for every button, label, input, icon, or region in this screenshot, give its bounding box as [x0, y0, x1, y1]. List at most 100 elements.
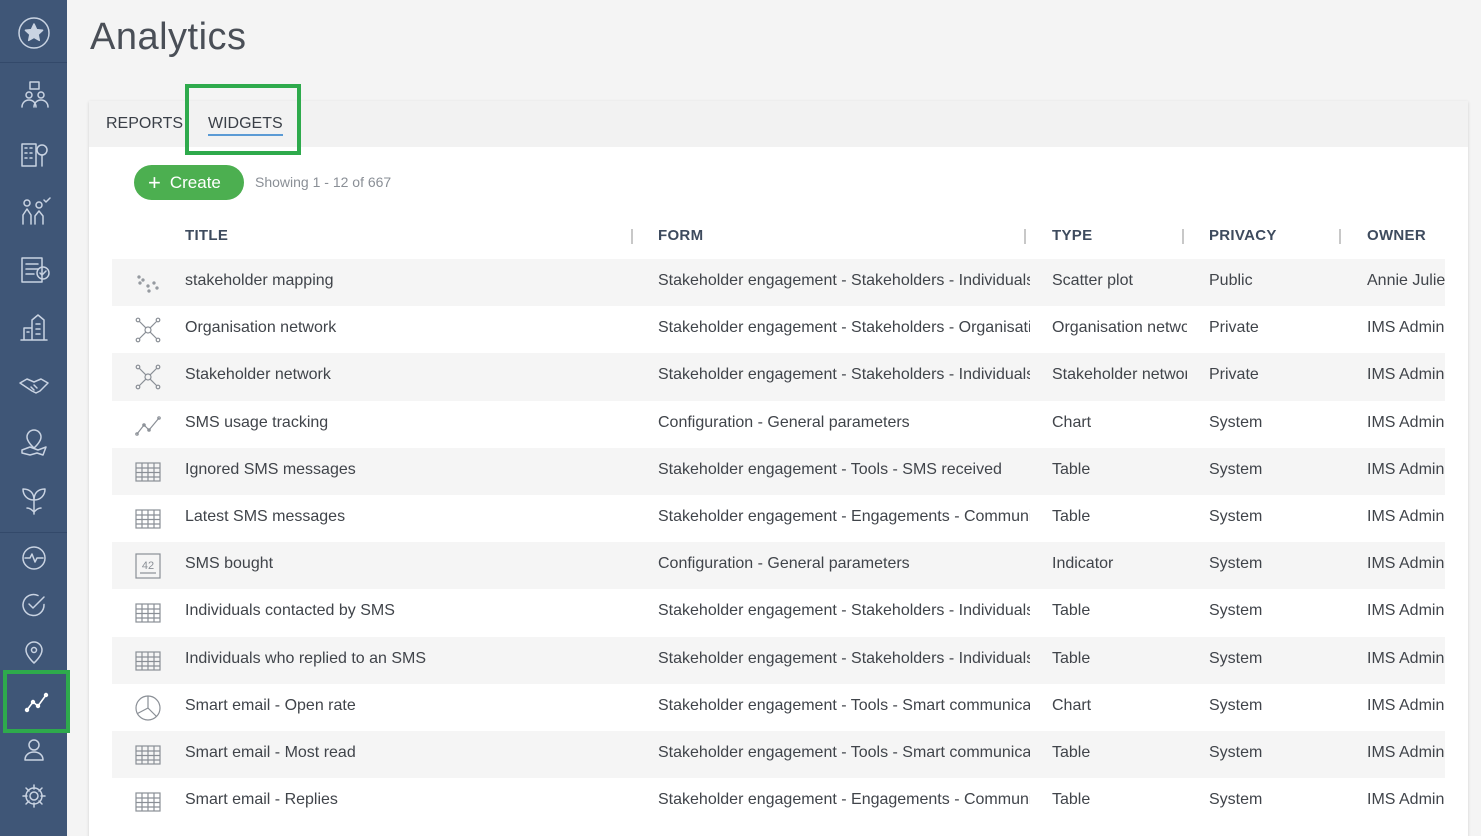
- table-header: TITLE FORM TYPE PRIVACY OWNER: [112, 219, 1445, 255]
- widget-privacy: System: [1209, 649, 1263, 667]
- page-title: Analytics: [90, 16, 247, 58]
- svg-text:42: 42: [142, 560, 154, 572]
- column-resizer[interactable]: [1182, 229, 1184, 244]
- line-chart-icon: [134, 411, 162, 439]
- widget-type: Chart: [1052, 413, 1092, 431]
- plus-icon: +: [148, 169, 161, 195]
- network-icon: [134, 363, 162, 391]
- widget-owner: Annie Julien: [1367, 272, 1445, 289]
- widget-title[interactable]: Latest SMS messages: [185, 508, 605, 526]
- table-row[interactable]: Smart email - Most read Stakeholder engag…: [112, 730, 1445, 779]
- widget-form: Configuration - General parameters: [658, 413, 910, 431]
- widget-type: Table: [1052, 460, 1091, 478]
- handshake-icon[interactable]: [0, 362, 67, 408]
- widget-title[interactable]: Ignored SMS messages: [185, 461, 605, 479]
- table-row[interactable]: Individuals who replied to an SMS Stakeho…: [112, 636, 1445, 684]
- table-row[interactable]: SMS usage tracking Configuration - Genera…: [112, 401, 1445, 448]
- community-buildings-icon[interactable]: [0, 304, 67, 350]
- widgets-table-body: stakeholder mapping Stakeholder engagemen…: [112, 259, 1445, 825]
- widget-form: Stakeholder engagement - Stakeholders - …: [658, 319, 1030, 337]
- widget-form: Stakeholder engagement - Tools - SMS rec…: [658, 460, 1002, 478]
- widget-owner: IMS Admin: [1367, 555, 1445, 573]
- table-row[interactable]: Organisation network Stakeholder engageme…: [112, 306, 1445, 353]
- clipboard-check-icon[interactable]: [0, 246, 67, 292]
- widget-type: Organisation network: [1052, 319, 1187, 337]
- column-resizer[interactable]: [1339, 229, 1341, 244]
- table-row[interactable]: Ignored SMS messages Stakeholder engageme…: [112, 447, 1445, 495]
- map-pin-icon[interactable]: [0, 420, 67, 466]
- table-row[interactable]: Smart email - Replies Stakeholder engagem…: [112, 778, 1445, 825]
- column-header-type[interactable]: TYPE: [1052, 227, 1092, 244]
- tab-reports[interactable]: REPORTS: [106, 115, 183, 133]
- widget-title[interactable]: Smart email - Open rate: [185, 697, 605, 715]
- leaf-brain-icon[interactable]: [0, 478, 67, 524]
- table-icon: [134, 505, 162, 533]
- create-button[interactable]: + Create: [134, 165, 244, 200]
- widget-form: Stakeholder engagement - Stakeholders - …: [658, 272, 1030, 289]
- widget-form: Stakeholder engagement - Stakeholders - …: [658, 366, 1030, 384]
- widget-title[interactable]: Smart email - Replies: [185, 791, 605, 809]
- create-button-label: Create: [169, 172, 221, 192]
- widget-title[interactable]: Stakeholder network: [185, 366, 605, 384]
- column-header-title[interactable]: TITLE: [185, 227, 228, 244]
- star-icon[interactable]: [0, 10, 67, 56]
- tab-bar: REPORTS WIDGETS: [89, 101, 1468, 147]
- table-row[interactable]: Latest SMS messages Stakeholder engagemen…: [112, 495, 1445, 542]
- widget-owner: IMS Admin: [1367, 649, 1445, 667]
- widget-type: Table: [1052, 743, 1091, 761]
- widget-title[interactable]: Smart email - Most read: [185, 744, 605, 762]
- table-icon: [134, 647, 162, 675]
- analytics-icon[interactable]: [3, 670, 70, 733]
- widget-form: Stakeholder engagement - Engagements - C…: [658, 791, 1030, 809]
- widget-title[interactable]: stakeholder mapping: [185, 272, 605, 290]
- column-resizer[interactable]: [631, 229, 633, 244]
- table-row[interactable]: Smart email - Open rate Stakeholder engag…: [112, 684, 1445, 731]
- table-row[interactable]: 42 SMS bought Configuration - General para…: [112, 542, 1445, 590]
- widget-title[interactable]: SMS bought: [185, 555, 605, 573]
- widget-form: Stakeholder engagement - Tools - Smart c…: [658, 696, 1030, 714]
- location-icon[interactable]: [0, 634, 67, 670]
- meeting-icon[interactable]: [0, 72, 67, 118]
- widget-form: Stakeholder engagement - Stakeholders - …: [658, 649, 1030, 667]
- analytics-card: REPORTS WIDGETS + Create Showing 1 - 12 …: [89, 101, 1468, 836]
- table-row[interactable]: Stakeholder network Stakeholder engagemen…: [112, 353, 1445, 401]
- widget-owner: IMS Admin: [1367, 507, 1445, 525]
- tab-widgets[interactable]: WIDGETS: [208, 115, 283, 136]
- pie-chart-icon: [134, 694, 162, 722]
- widget-privacy: System: [1209, 791, 1263, 809]
- widget-form: Stakeholder engagement - Tools - Smart c…: [658, 743, 1030, 761]
- table-icon: [134, 788, 162, 816]
- widget-privacy: System: [1209, 460, 1263, 478]
- widget-type: Table: [1052, 507, 1091, 525]
- widget-type: Chart: [1052, 696, 1092, 714]
- user-icon[interactable]: [0, 731, 67, 767]
- widget-privacy: System: [1209, 743, 1263, 761]
- widget-form: Stakeholder engagement - Engagements - C…: [658, 507, 1030, 525]
- column-header-owner[interactable]: OWNER: [1367, 227, 1426, 244]
- check-circle-icon[interactable]: [0, 587, 67, 623]
- widget-owner: IMS Admin: [1367, 791, 1445, 809]
- widget-form: Stakeholder engagement - Stakeholders - …: [658, 602, 1030, 620]
- widget-form: Configuration - General parameters: [658, 555, 910, 573]
- settings-icon[interactable]: [0, 778, 67, 814]
- widget-title[interactable]: Individuals contacted by SMS: [185, 602, 605, 620]
- widget-title[interactable]: Individuals who replied to an SMS: [185, 650, 605, 668]
- widget-type: Indicator: [1052, 555, 1114, 573]
- network-icon: [134, 316, 162, 344]
- pagination-summary: Showing 1 - 12 of 667: [255, 174, 392, 190]
- table-row[interactable]: stakeholder mapping Stakeholder engagemen…: [112, 259, 1445, 307]
- people-checklist-icon[interactable]: [0, 188, 67, 234]
- column-resizer[interactable]: [1024, 229, 1026, 244]
- widget-privacy: Public: [1209, 272, 1253, 289]
- building-tree-icon[interactable]: [0, 130, 67, 176]
- table-row[interactable]: Individuals contacted by SMS Stakeholder …: [112, 589, 1445, 636]
- widget-owner: IMS Admin: [1367, 602, 1445, 620]
- pulse-icon[interactable]: [0, 540, 67, 576]
- widget-privacy: System: [1209, 602, 1263, 620]
- column-header-form[interactable]: FORM: [658, 227, 703, 244]
- indicator-icon: 42: [134, 552, 162, 580]
- widget-owner: IMS Admin: [1367, 743, 1445, 761]
- widget-title[interactable]: SMS usage tracking: [185, 414, 605, 432]
- column-header-privacy[interactable]: PRIVACY: [1209, 227, 1277, 244]
- widget-title[interactable]: Organisation network: [185, 319, 605, 337]
